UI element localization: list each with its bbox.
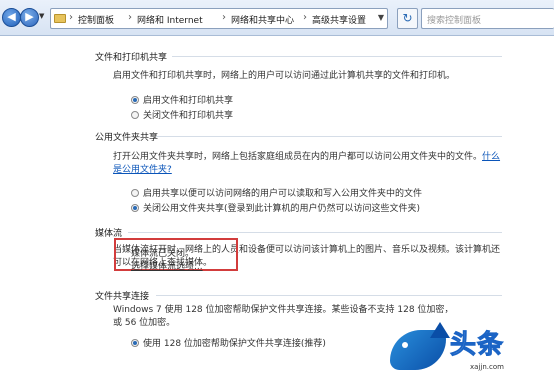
section-divider [156,136,502,137]
radio-selected-icon[interactable] [131,339,139,347]
radio-unselected-icon[interactable] [131,111,139,119]
breadcrumb-control-panel[interactable]: 控制面板 [78,13,114,26]
radio-label: 启用共享以便可以访问网络的用户可以读取和写入公用文件夹中的文件 [143,189,423,199]
radio-label: 使用 128 位加密帮助保护文件共享连接(推荐) [143,339,326,349]
media-streaming-status: 媒体流已关闭。 [131,249,195,259]
radio-selected-icon[interactable] [131,96,139,104]
search-input[interactable]: 搜索控制面板 [421,8,554,29]
radio-label: 关闭文件和打印机共享 [143,111,234,121]
radio-disable-public-sharing[interactable]: 关闭公用文件夹共享(登录到此计算机的用户仍然可以访问这些文件夹) [131,201,420,214]
chevron-right-icon[interactable]: › [69,12,73,23]
what-is-public-folder-link-cont[interactable]: 是公用文件夹? [113,165,172,175]
section-divider [156,295,502,296]
watermark-logo: 头条 xajjn.com [390,322,554,379]
breadcrumb-network-sharing-center[interactable]: 网络和共享中心 [231,13,294,26]
connection-description-line2: 或 56 位加密。 [113,318,176,328]
watermark-url: xajjn.com [470,363,504,371]
section-heading-file-sharing-connections: 文件共享连接 [95,292,150,302]
section-divider [172,56,502,57]
radio-label: 启用文件和打印机共享 [143,96,234,106]
radio-enable-public-sharing[interactable]: 启用共享以便可以访问网络的用户可以读取和写入公用文件夹中的文件 [131,186,422,199]
radio-unselected-icon[interactable] [131,189,139,197]
radio-label: 关闭公用文件夹共享(登录到此计算机的用户仍然可以访问这些文件夹) [143,204,421,214]
section-heading-public-folder: 公用文件夹共享 [95,133,159,143]
what-is-public-folder-link[interactable]: 什么 [482,152,500,162]
back-arrow-icon[interactable]: ◀ [2,8,21,27]
printer-sharing-description: 启用文件和打印机共享时，网络上的用户可以访问通过此计算机共享的文件和打印机。 [113,71,456,81]
watermark-text: 头条 [449,330,505,361]
section-heading-printer-sharing: 文件和打印机共享 [95,53,168,63]
section-divider [128,232,502,233]
radio-128bit-encryption[interactable]: 使用 128 位加密帮助保护文件共享连接(推荐) [131,336,326,349]
connection-description-line1: Windows 7 使用 128 位加密帮助保护文件共享连接。某些设备不支持 1… [113,305,454,315]
breadcrumb-network-internet[interactable]: 网络和 Internet [137,13,203,26]
chevron-down-icon[interactable]: ▼ [378,13,384,22]
control-panel-icon [54,14,66,23]
address-bar: ◀ ▶ ▼ › 控制面板 › 网络和 Internet › 网络和共享中心 › … [0,0,554,36]
chevron-right-icon[interactable]: › [222,12,226,23]
shark-eye-icon [402,342,408,348]
radio-selected-icon[interactable] [131,204,139,212]
history-dropdown-icon[interactable]: ▼ [39,12,44,20]
radio-enable-printer-sharing[interactable]: 启用文件和打印机共享 [131,93,233,106]
breadcrumb-advanced-sharing[interactable]: 高级共享设置 [312,13,366,26]
forward-arrow-icon[interactable]: ▶ [20,8,39,27]
chevron-right-icon[interactable]: › [128,12,132,23]
shark-fin-icon [430,322,450,338]
public-folder-description: 打开公用文件夹共享时，网络上包括家庭组成员在内的用户都可以访问公用文件夹中的文件… [113,151,513,177]
radio-disable-printer-sharing[interactable]: 关闭文件和打印机共享 [131,108,233,121]
chevron-right-icon[interactable]: › [303,12,307,23]
choose-media-streaming-options-link[interactable]: 选择媒体流选项... [131,259,203,272]
public-folder-description-text: 打开公用文件夹共享时，网络上包括家庭组成员在内的用户都可以访问公用文件夹中的文件… [113,152,483,162]
refresh-button[interactable]: ↻ [397,8,418,29]
breadcrumb[interactable]: › 控制面板 › 网络和 Internet › 网络和共享中心 › 高级共享设置… [50,8,388,29]
